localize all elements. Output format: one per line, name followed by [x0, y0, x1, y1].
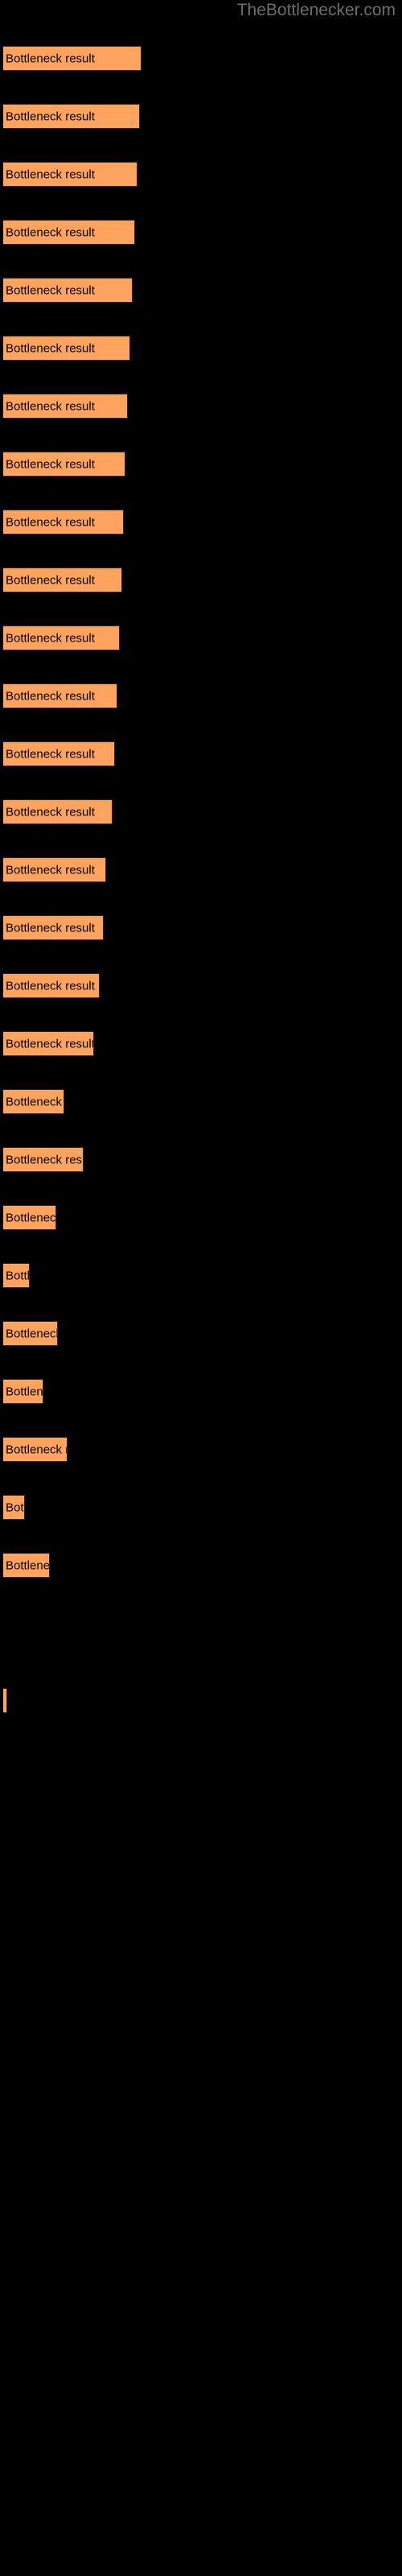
bar-label: Bottleneck result	[6, 1385, 43, 1398]
bar-label: Bottleneck result	[6, 689, 95, 703]
bar-row: Bottleneck result	[0, 568, 402, 592]
bar-label: Bottleneck result	[6, 109, 95, 123]
bar-label: Bottleneck result	[6, 283, 95, 297]
bar-label: Bottleneck result	[6, 747, 95, 761]
bar-label: Bottleneck result	[6, 863, 95, 877]
bar-label: Bottleneck result	[6, 573, 95, 587]
bottleneck-result-bar[interactable]: Bottleneck result	[3, 857, 106, 882]
bar-label: Bottleneck result	[6, 515, 95, 529]
bar-row: Bottleneck result	[0, 683, 402, 708]
bottleneck-result-bar[interactable]: Bottleneck result	[3, 1263, 30, 1288]
bar-row: Bottleneck result	[0, 1553, 402, 1578]
bottleneck-result-bar[interactable]: Bottleneck result	[3, 799, 113, 824]
bar-label: Bottleneck result	[6, 979, 95, 993]
bar-row: Bottleneck result	[0, 220, 402, 245]
bar-row: Bottleneck result	[0, 1147, 402, 1172]
bottleneck-result-bar[interactable]: Bottleneck result	[3, 973, 100, 998]
bottleneck-result-bar[interactable]: Bottleneck result	[3, 220, 135, 245]
bar-label: Bottleneck result	[6, 52, 95, 65]
bottleneck-result-bar[interactable]: Bottleneck result	[3, 1379, 43, 1404]
bottleneck-result-bar[interactable]: Bottleneck result	[3, 683, 117, 708]
bar-row: Bottleneck result	[0, 278, 402, 303]
bottleneck-result-bar[interactable]: Bottleneck result	[3, 394, 128, 419]
bar-label: Bottleneck result	[6, 1269, 30, 1282]
bar-row: Bottleneck result	[0, 510, 402, 535]
bottleneck-result-bar[interactable]: Bottleneck result	[3, 336, 130, 361]
bar-row: Bottleneck result	[0, 162, 402, 187]
bar-row: Bottleneck result	[0, 1495, 402, 1520]
bar-label: Bottleneck result	[6, 1558, 50, 1572]
bottleneck-bar-chart: Bottleneck result Bottleneck result Bottle…	[0, 0, 402, 2576]
bar-label: Bottleneck result	[6, 1153, 83, 1166]
bar-row: Bottleneck result	[0, 1437, 402, 1462]
bar-row: Bottleneck result	[0, 104, 402, 129]
bottleneck-result-bar[interactable]: Bottleneck result	[3, 1031, 94, 1056]
bottleneck-result-bar[interactable]: Bottleneck result	[3, 1495, 25, 1520]
bottleneck-result-bar[interactable]: Bottleneck result	[3, 1089, 64, 1114]
bottleneck-result-bar[interactable]: Bottleneck result	[3, 915, 104, 940]
bar-row: Bottleneck result	[0, 625, 402, 650]
bar-row: Bottleneck result	[0, 1031, 402, 1056]
bar-row: Bottleneck result	[0, 452, 402, 477]
bottleneck-result-bar[interactable]: Bottleneck result	[3, 1437, 68, 1462]
bar-label: Bottleneck result	[6, 1501, 24, 1514]
bar-label: Bottleneck result	[6, 341, 95, 355]
bottleneck-result-bar[interactable]: Bottleneck result	[3, 568, 122, 592]
bottleneck-result-bar[interactable]: Bottleneck result	[3, 510, 124, 535]
bottleneck-result-bar[interactable]: Bottleneck result	[3, 1147, 84, 1172]
bottleneck-result-bar[interactable]: Bottleneck result	[3, 1321, 58, 1346]
bar-row: Bottleneck result	[0, 857, 402, 882]
bar-label: Bottleneck result	[6, 631, 95, 645]
bar-label: Bottleneck result	[6, 167, 95, 181]
bar-row: Bottleneck result	[0, 799, 402, 824]
bottleneck-result-bar[interactable]: Bottleneck result	[3, 1205, 56, 1230]
bottleneck-result-bar[interactable]: Bottleneck result	[3, 452, 125, 477]
bar-row: Bottleneck result	[0, 394, 402, 419]
bottleneck-result-bar[interactable]: Bottleneck result	[3, 162, 137, 187]
bar-row: Bottleneck result	[0, 1205, 402, 1230]
bar-row: Bottleneck result	[0, 336, 402, 361]
bar-label: Bottleneck result	[6, 1095, 64, 1108]
bar-label: Bottleneck result	[6, 399, 95, 413]
bar-label: Bottleneck result	[6, 921, 95, 935]
bar-row: Bottleneck result	[0, 1321, 402, 1346]
bar-row: Bottleneck result	[0, 1379, 402, 1404]
bottleneck-result-bar[interactable]: Bottleneck result	[3, 278, 133, 303]
bar-row: Bottleneck result	[0, 741, 402, 766]
bar-row: Bottleneck result	[0, 915, 402, 940]
bottleneck-result-bar[interactable]	[3, 1688, 7, 1713]
bar-row: Bottleneck result	[0, 973, 402, 998]
bar-label: Bottleneck result	[6, 1211, 56, 1224]
bar-label: Bottleneck result	[6, 1443, 67, 1456]
bar-row	[0, 1688, 402, 1713]
bar-row: Bottleneck result	[0, 1263, 402, 1288]
bar-label: Bottleneck result	[6, 1327, 58, 1340]
bar-label: Bottleneck result	[6, 457, 95, 471]
bottleneck-result-bar[interactable]: Bottleneck result	[3, 104, 140, 129]
bar-label: Bottleneck result	[6, 1037, 94, 1051]
bar-label: Bottleneck result	[6, 805, 95, 819]
bottleneck-result-bar[interactable]: Bottleneck result	[3, 625, 120, 650]
bottleneck-result-bar[interactable]: Bottleneck result	[3, 741, 115, 766]
bar-row: Bottleneck result	[0, 1089, 402, 1114]
bottleneck-result-bar[interactable]: Bottleneck result	[3, 1553, 50, 1578]
bar-row: Bottleneck result	[0, 46, 402, 71]
bottleneck-result-bar[interactable]: Bottleneck result	[3, 46, 142, 71]
bar-label: Bottleneck result	[6, 225, 95, 239]
